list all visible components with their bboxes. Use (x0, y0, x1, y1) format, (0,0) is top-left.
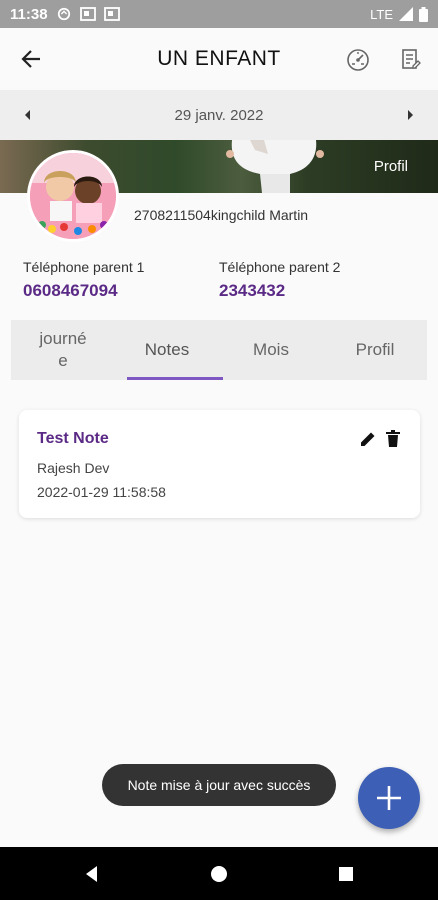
network-type: LTE (370, 6, 393, 22)
delete-icon[interactable] (385, 430, 401, 448)
toast-message: Note mise à jour avec succès (102, 764, 336, 806)
tab-active-indicator (127, 377, 223, 380)
tab-notes-label: Notes (144, 340, 190, 359)
battery-icon (419, 6, 428, 22)
nav-back-icon[interactable] (82, 864, 102, 884)
page-title: UN ENFANT (157, 47, 281, 70)
parent1-phone[interactable]: 0608467094 (23, 281, 144, 301)
sync-status-icon (57, 7, 70, 21)
note-card[interactable]: Test Note Rajesh Dev 2022-01-29 11:58:58 (19, 410, 420, 518)
tab-journee-label: journé e (39, 329, 87, 370)
note-datetime: 2022-01-29 11:58:58 (37, 484, 166, 500)
parent1-contact: Téléphone parent 1 0608467094 (23, 259, 144, 301)
parent2-phone[interactable]: 2343432 (219, 281, 340, 301)
tab-mois[interactable]: Mois (219, 320, 323, 380)
plus-icon (377, 786, 401, 810)
avatar-photo (30, 153, 116, 239)
tab-bar: journé e Notes Mois Profil (11, 320, 427, 380)
banner-profile-label[interactable]: Profil (374, 158, 408, 175)
app-bar: UN ENFANT (0, 28, 438, 90)
parent2-label: Téléphone parent 2 (219, 259, 341, 275)
edit-icon[interactable] (359, 430, 377, 448)
next-day-button[interactable] (404, 108, 416, 122)
tab-journee[interactable]: journé e (11, 320, 115, 380)
report-icon[interactable] (396, 46, 424, 74)
tab-notes[interactable]: Notes (115, 320, 223, 380)
parent1-label: Téléphone parent 1 (23, 259, 145, 275)
child-avatar[interactable] (27, 150, 119, 242)
notification-icon-2 (103, 7, 120, 21)
status-time: 11:38 (10, 5, 48, 23)
system-nav-bar (0, 847, 438, 900)
signal-icon (399, 7, 413, 21)
tab-profil[interactable]: Profil (323, 320, 427, 380)
dashboard-icon[interactable] (344, 46, 372, 74)
previous-day-button[interactable] (22, 108, 34, 122)
status-bar: 11:38 LTE (0, 0, 438, 28)
banner-child-photo (226, 140, 324, 193)
child-name: 2708211504kingchild Martin (134, 207, 309, 223)
nav-recents-icon[interactable] (336, 864, 356, 884)
add-note-button[interactable] (358, 767, 420, 829)
note-title: Test Note (37, 430, 109, 447)
note-author: Rajesh Dev (37, 460, 110, 476)
tab-profil-label: Profil (355, 340, 395, 359)
notification-icon (79, 7, 96, 21)
date-navigator: 29 janv. 2022 (0, 90, 438, 140)
nav-home-icon[interactable] (209, 864, 229, 884)
tab-mois-label: Mois (253, 340, 289, 359)
current-date[interactable]: 29 janv. 2022 (175, 107, 264, 124)
parent2-contact: Téléphone parent 2 2343432 (219, 259, 340, 301)
